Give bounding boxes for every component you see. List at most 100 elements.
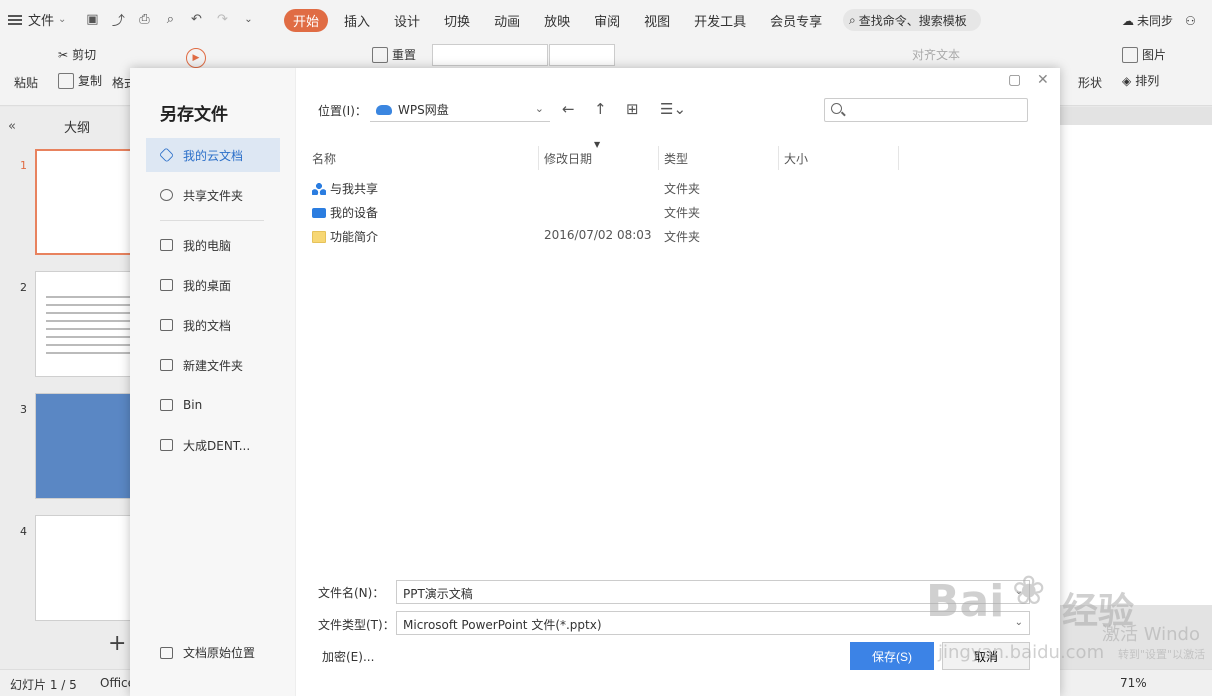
monitor-icon xyxy=(160,239,173,251)
outline-tab[interactable]: 大纲 xyxy=(64,117,90,136)
column-header-size[interactable]: 大小 xyxy=(784,150,808,167)
cube-icon xyxy=(158,147,175,163)
sidebar-item-label: 我的文档 xyxy=(183,318,232,333)
tab-insert[interactable]: 插入 xyxy=(344,11,370,30)
preview-icon[interactable]: ⌕ xyxy=(162,12,178,28)
slide-preview[interactable] xyxy=(35,393,135,499)
sidebar-item-cloud-docs[interactable]: 我的云文档 xyxy=(146,138,280,172)
column-header-modified[interactable]: 修改日期 xyxy=(544,150,592,167)
tab-transitions[interactable]: 切换 xyxy=(444,11,470,30)
slide-preview[interactable] xyxy=(35,149,135,255)
slide-panel-header: « 大纲 xyxy=(8,117,90,136)
location-value: WPS网盘 xyxy=(398,103,449,117)
location-select[interactable]: WPS网盘 ⌄ xyxy=(370,98,550,122)
picture-button[interactable]: 图片 xyxy=(1122,46,1166,63)
save-icon[interactable]: ▣ xyxy=(84,12,100,28)
sync-status[interactable]: ☁ 未同步 ⚇ xyxy=(1122,12,1196,29)
paste-label: 粘贴 xyxy=(14,76,39,90)
file-row[interactable]: 我的设备 文件夹 xyxy=(310,200,1030,224)
ribbon-tabs: 开始 插入 设计 切换 动画 放映 审阅 视图 开发工具 会员专享 xyxy=(284,9,846,32)
file-row[interactable]: 与我共享 文件夹 xyxy=(310,176,1030,200)
folder-icon xyxy=(160,319,173,331)
maximize-icon[interactable]: ▢ xyxy=(1008,72,1021,88)
file-name-cell: 我的设备 xyxy=(312,204,378,221)
add-slide-icon[interactable]: + xyxy=(108,631,126,656)
tab-slideshow[interactable]: 放映 xyxy=(544,11,570,30)
column-header-type[interactable]: 类型 xyxy=(664,150,688,167)
sidebar-item-label: 我的电脑 xyxy=(183,238,232,253)
sidebar-item-my-computer[interactable]: 我的电脑 xyxy=(146,228,280,262)
tab-home[interactable]: 开始 xyxy=(284,9,329,32)
file-name: 我的设备 xyxy=(330,206,379,220)
sidebar-item-shared-folder[interactable]: 共享文件夹 xyxy=(146,178,280,212)
slide-number: 2 xyxy=(20,281,27,294)
slide-preview[interactable] xyxy=(35,271,135,377)
column-header-name[interactable]: 名称 xyxy=(312,150,336,167)
print-icon[interactable]: ⎙ xyxy=(136,12,152,28)
tab-view[interactable]: 视图 xyxy=(644,11,670,30)
paste-button[interactable]: 粘贴 xyxy=(14,74,38,91)
collapse-icon[interactable]: « xyxy=(8,119,16,134)
view-mode-icon[interactable]: ☰⌄ xyxy=(660,100,686,118)
user-icon[interactable]: ⚇ xyxy=(1185,14,1196,28)
font-size-combo[interactable] xyxy=(549,44,615,66)
redo-icon[interactable]: ↷ xyxy=(214,12,230,28)
slide-preview[interactable] xyxy=(35,515,135,621)
shape-button[interactable]: 形状 xyxy=(1078,74,1102,91)
column-divider xyxy=(538,146,539,170)
slide-panel: « 大纲 1 2 3 4 + xyxy=(0,107,135,669)
save-as-dialog: ▢ ✕ 另存文件 我的云文档 共享文件夹 我的电脑 我的桌面 我的文档 新建文件… xyxy=(130,68,1060,696)
tab-animation[interactable]: 动画 xyxy=(494,11,520,30)
file-name: 功能简介 xyxy=(330,230,379,244)
tab-review[interactable]: 审阅 xyxy=(594,11,620,30)
sidebar-item-documents[interactable]: 我的文档 xyxy=(146,308,280,342)
sidebar-item-new-folder[interactable]: 新建文件夹 xyxy=(146,348,280,382)
file-search-input[interactable] xyxy=(824,98,1028,122)
file-menu-button[interactable]: 文件 ⌄ xyxy=(8,10,66,29)
copy-label: 复制 xyxy=(78,74,103,88)
quick-access: 文件 ⌄ ▣ ⤴ ⎙ ⌕ ↶ ↷ ⌄ xyxy=(8,10,266,29)
align-text-button[interactable]: 对齐文本 xyxy=(912,46,960,63)
arrange-button[interactable]: ◈ 排列 xyxy=(1122,72,1159,89)
encrypt-link[interactable]: 加密(E)... xyxy=(322,648,374,665)
sync-label: 未同步 xyxy=(1137,14,1174,28)
file-type: 文件夹 xyxy=(664,182,701,196)
tab-developer[interactable]: 开发工具 xyxy=(694,11,746,30)
sidebar-item-label: 大成DENT... xyxy=(183,438,251,453)
command-search-label: 查找命令、搜索模板 xyxy=(858,13,967,28)
sidebar-item-desktop[interactable]: 我的桌面 xyxy=(146,268,280,302)
customize-icon[interactable]: ⌄ xyxy=(240,12,256,28)
new-folder-icon[interactable]: ⊞ xyxy=(626,100,639,118)
play-icon[interactable]: ▶ xyxy=(186,48,206,68)
activation-title: 激活 Windo xyxy=(1102,624,1200,645)
zoom-level[interactable]: 71% xyxy=(1120,676,1147,690)
original-location-button[interactable]: 文档原始位置 xyxy=(160,644,255,661)
up-icon[interactable]: ↑ xyxy=(594,100,607,118)
command-search[interactable]: ⌕ 查找命令、搜索模板 xyxy=(843,9,981,31)
sidebar-item-dacheng-dent[interactable]: 大成DENT... xyxy=(146,428,280,462)
sidebar-item-bin[interactable]: Bin xyxy=(146,388,280,422)
folder-icon xyxy=(160,359,173,371)
desktop-icon xyxy=(160,279,173,291)
chevron-down-icon: ⌄ xyxy=(58,14,67,25)
scissors-icon: ✂ xyxy=(58,47,69,62)
filename-label: 文件名(N)： xyxy=(318,586,385,600)
shape-label: 形状 xyxy=(1078,76,1103,90)
export-icon[interactable]: ⤴ xyxy=(110,12,126,29)
font-family-combo[interactable] xyxy=(432,44,548,66)
quick-access-toolbar: ▣ ⤴ ⎙ ⌕ ↶ ↷ ⌄ xyxy=(84,12,266,29)
tab-member[interactable]: 会员专享 xyxy=(770,11,822,30)
copy-button[interactable]: 复制 xyxy=(58,72,102,89)
close-icon[interactable]: ✕ xyxy=(1037,72,1049,88)
reset-button[interactable]: 重置 xyxy=(372,46,416,63)
original-location-label: 文档原始位置 xyxy=(183,646,256,660)
file-row[interactable]: 功能简介 2016/07/02 08:03 文件夹 xyxy=(310,224,1030,248)
cut-button[interactable]: ✂ 剪切 xyxy=(58,46,96,63)
search-icon: ⌕ xyxy=(849,12,856,27)
back-icon[interactable]: ← xyxy=(562,100,575,118)
file-type: 文件夹 xyxy=(664,230,701,244)
tab-design[interactable]: 设计 xyxy=(394,11,420,30)
slide-canvas-page[interactable] xyxy=(1060,125,1212,605)
file-type: 文件夹 xyxy=(664,206,701,220)
undo-icon[interactable]: ↶ xyxy=(188,12,204,28)
